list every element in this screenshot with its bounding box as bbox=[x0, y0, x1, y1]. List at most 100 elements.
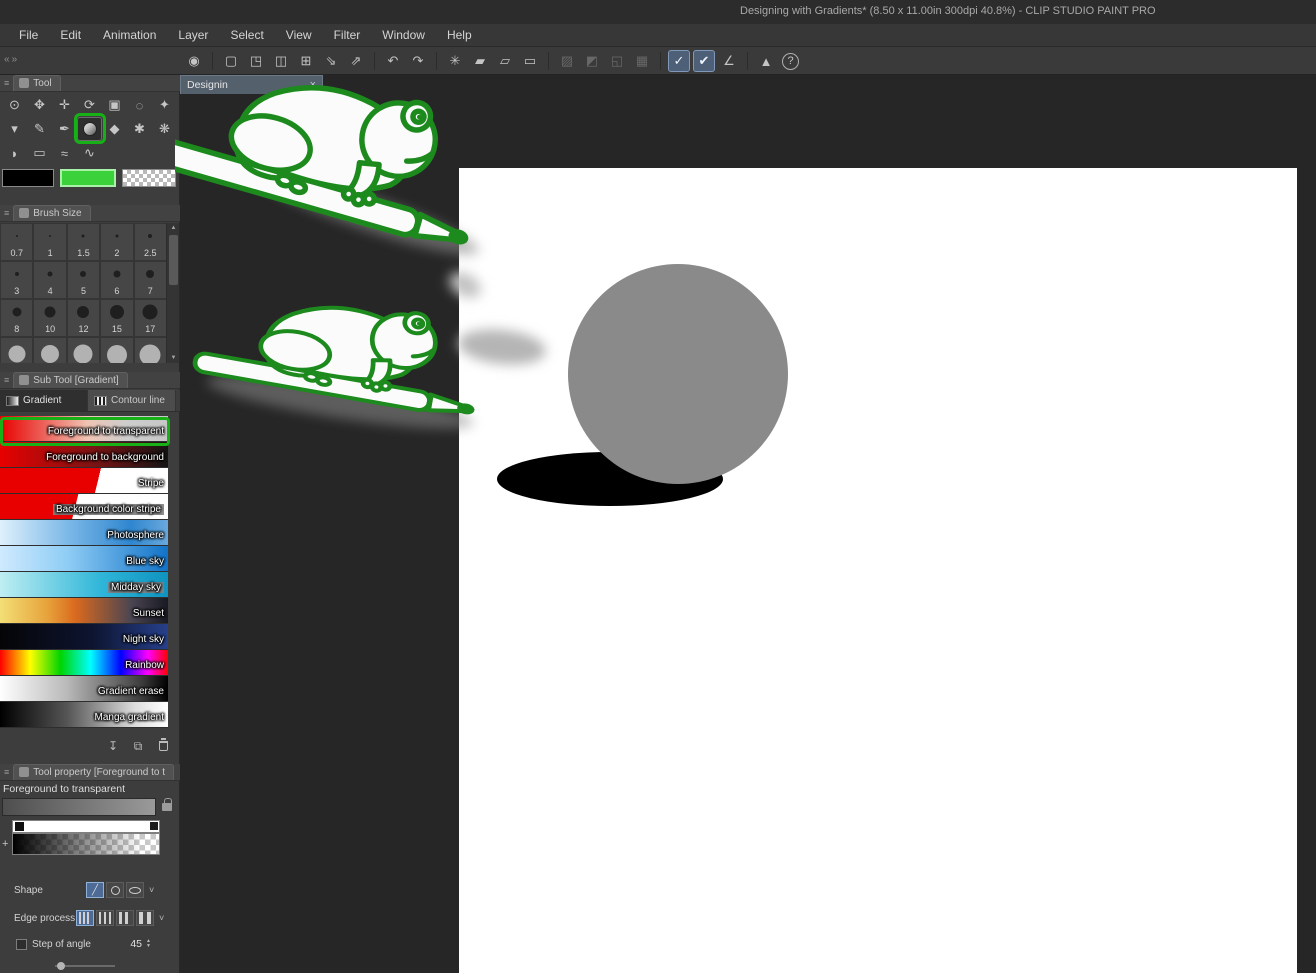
brush-size-item[interactable] bbox=[33, 337, 67, 363]
shape-ellipse-button[interactable] bbox=[126, 882, 144, 898]
preset-manga-gradient[interactable]: Manga gradient bbox=[0, 702, 168, 728]
help-icon[interactable]: ? bbox=[782, 52, 799, 70]
preset-midday-sky[interactable]: Midday sky bbox=[0, 572, 168, 598]
preset-night-sky[interactable]: Night sky bbox=[0, 624, 168, 650]
brush-size-item[interactable]: 7 bbox=[133, 261, 167, 299]
sub-tool-panel-header[interactable]: ≡ Sub Tool [Gradient] bbox=[0, 372, 180, 389]
clip-studio-tips-icon[interactable]: ▲ bbox=[755, 50, 777, 72]
brush-size-item[interactable]: 15 bbox=[100, 299, 134, 337]
panel-menu-icon[interactable]: ≡ bbox=[4, 375, 9, 385]
add-node-icon[interactable]: + bbox=[2, 838, 8, 850]
brush-size-item[interactable]: 0.7 bbox=[0, 223, 34, 261]
brush-size-item[interactable]: 8 bbox=[0, 299, 34, 337]
move-tool[interactable]: ✛ bbox=[52, 93, 77, 117]
sub-color-swatch[interactable] bbox=[60, 169, 116, 187]
mesh-transform-icon[interactable]: ▦ bbox=[631, 50, 653, 72]
duplicate-sub-tool-icon[interactable]: ⧉ bbox=[129, 738, 147, 754]
decoration-tool[interactable]: ❋ bbox=[152, 117, 177, 141]
tab-gradient[interactable]: Gradient bbox=[0, 390, 88, 411]
step-of-angle-slider[interactable] bbox=[55, 961, 115, 971]
auto-select-tool[interactable]: ✦ bbox=[152, 93, 177, 117]
shape-circle-button[interactable] bbox=[106, 882, 124, 898]
airbrush-tool[interactable]: ✱ bbox=[127, 117, 152, 141]
menu-filter[interactable]: Filter bbox=[323, 24, 372, 46]
scale-rotate-icon[interactable]: ◱ bbox=[606, 50, 628, 72]
menu-window[interactable]: Window bbox=[371, 24, 436, 46]
menu-select[interactable]: Select bbox=[219, 24, 274, 46]
brush-size-item[interactable]: 17 bbox=[133, 299, 167, 337]
expand-selection-icon[interactable]: ▭ bbox=[519, 50, 541, 72]
snap-to-grid-icon[interactable]: ∠ bbox=[718, 50, 740, 72]
menu-layer[interactable]: Layer bbox=[167, 24, 219, 46]
brush-size-item[interactable]: 1 bbox=[33, 223, 67, 261]
tool-panel-header[interactable]: ≡ Tool bbox=[0, 75, 180, 92]
snap-to-ruler-icon[interactable]: ✓ bbox=[668, 50, 690, 72]
gradient-node[interactable] bbox=[15, 822, 24, 831]
edge-process-button-3[interactable] bbox=[116, 910, 134, 926]
brush-size-item[interactable]: 6 bbox=[100, 261, 134, 299]
fill-selection-icon[interactable]: ◩ bbox=[581, 50, 603, 72]
brush-size-item[interactable]: 10 bbox=[33, 299, 67, 337]
blend-tool[interactable]: ≈ bbox=[52, 141, 77, 165]
brush-size-item[interactable]: 12 bbox=[66, 299, 101, 337]
hand-tool[interactable]: ✥ bbox=[27, 93, 52, 117]
slider-knob[interactable] bbox=[57, 962, 65, 970]
edge-process-button-1[interactable] bbox=[76, 910, 94, 926]
brush-size-item[interactable]: 3 bbox=[0, 261, 34, 299]
main-color-swatch[interactable] bbox=[2, 169, 54, 187]
transparent-color-swatch[interactable] bbox=[122, 169, 176, 187]
brush-size-item[interactable]: 5 bbox=[66, 261, 101, 299]
balloon-tool[interactable]: ◗ bbox=[2, 141, 27, 165]
snap-to-special-ruler-icon[interactable]: ✔ bbox=[693, 50, 715, 72]
menu-file[interactable]: File bbox=[8, 24, 49, 46]
gradient-node-track[interactable] bbox=[12, 820, 160, 833]
menu-view[interactable]: View bbox=[275, 24, 323, 46]
menu-animation[interactable]: Animation bbox=[92, 24, 167, 46]
step-of-angle-checkbox[interactable] bbox=[16, 938, 27, 950]
edge-process-button-4[interactable] bbox=[136, 910, 154, 926]
panel-menu-icon[interactable]: ≡ bbox=[4, 78, 9, 88]
panel-menu-icon[interactable]: ≡ bbox=[4, 767, 9, 777]
delete-sub-tool-icon[interactable] bbox=[154, 738, 172, 754]
operation-tool[interactable]: ▣ bbox=[102, 93, 127, 117]
preset-blue-sky[interactable]: Blue sky bbox=[0, 546, 168, 572]
step-of-angle-value[interactable]: 45 bbox=[118, 938, 142, 950]
lock-icon[interactable] bbox=[162, 798, 172, 811]
preset-gradient-erase[interactable]: Gradient erase bbox=[0, 676, 168, 702]
brush-size-item[interactable]: 2.5 bbox=[133, 223, 167, 261]
gradient-end-node[interactable] bbox=[150, 822, 158, 830]
brush-size-item[interactable]: 1.5 bbox=[66, 223, 101, 261]
brush-size-item[interactable] bbox=[100, 337, 134, 363]
gradient-preview-strip[interactable] bbox=[2, 798, 156, 816]
eraser-tool[interactable]: ▭ bbox=[27, 141, 52, 165]
panel-menu-icon[interactable]: ≡ bbox=[4, 208, 9, 218]
brush-size-panel-header[interactable]: ≡ Brush Size bbox=[0, 205, 180, 222]
brush-size-item[interactable]: 4 bbox=[33, 261, 67, 299]
shape-line-button[interactable]: ╱ bbox=[86, 882, 104, 898]
preset-background-color-stripe[interactable]: Background color stripe bbox=[0, 494, 168, 520]
step-of-angle-spinner[interactable]: ▲ ▼ bbox=[146, 939, 151, 949]
brush-size-item[interactable] bbox=[0, 337, 34, 363]
brush-size-item[interactable]: 2 bbox=[100, 223, 134, 261]
preset-sunset[interactable]: Sunset bbox=[0, 598, 168, 624]
selection-tool[interactable]: ◌ bbox=[127, 93, 152, 117]
menu-edit[interactable]: Edit bbox=[49, 24, 92, 46]
eyedropper-tool[interactable]: ▾ bbox=[2, 117, 27, 141]
brush-size-item[interactable] bbox=[66, 337, 101, 363]
pen-tool[interactable]: ✎ bbox=[27, 117, 52, 141]
tool-property-panel-header[interactable]: ≡ Tool property [Foreground to t bbox=[0, 764, 180, 781]
preset-photosphere[interactable]: Photosphere bbox=[0, 520, 168, 546]
clear-selection-icon[interactable]: ▨ bbox=[556, 50, 578, 72]
brush-size-item[interactable] bbox=[133, 337, 167, 363]
canvas[interactable] bbox=[459, 168, 1297, 973]
edge-process-button-2[interactable] bbox=[96, 910, 114, 926]
liquify-tool[interactable]: ∿ bbox=[77, 141, 102, 165]
palette-collapse-icon[interactable]: «» bbox=[4, 54, 19, 65]
zoom-tool[interactable]: ⊙ bbox=[2, 93, 27, 117]
import-sub-tool-icon[interactable]: ↧ bbox=[104, 738, 122, 754]
tab-contour-line[interactable]: Contour line bbox=[88, 390, 176, 411]
menu-help[interactable]: Help bbox=[436, 24, 483, 46]
chevron-down-icon[interactable]: ˅ bbox=[159, 913, 164, 923]
preset-rainbow[interactable]: Rainbow bbox=[0, 650, 168, 676]
gradient-editor-preview[interactable] bbox=[12, 833, 160, 855]
